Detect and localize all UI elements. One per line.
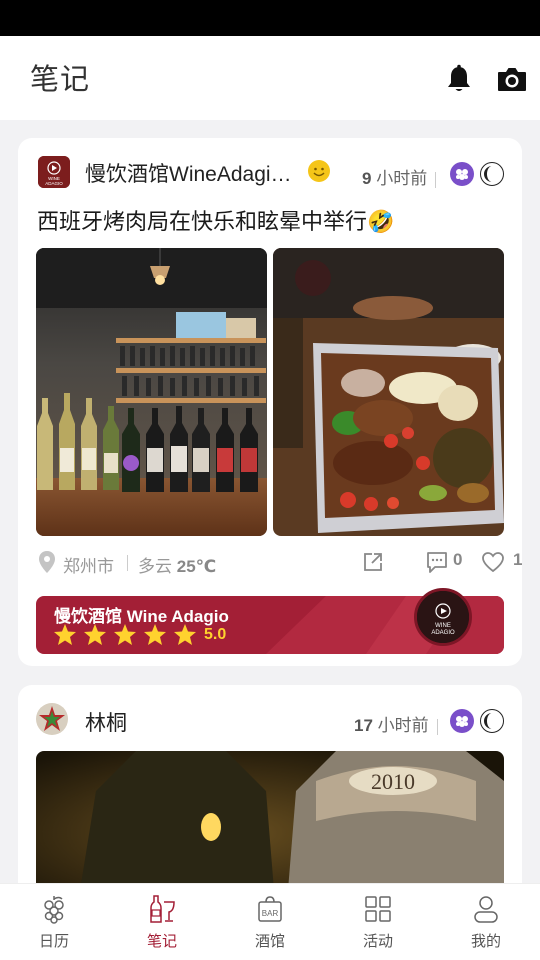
svg-text:WINE: WINE: [435, 623, 451, 629]
author-avatar[interactable]: [36, 703, 68, 735]
wine-bottle-glass-icon: [150, 895, 175, 923]
page-title: 笔记: [30, 64, 91, 96]
svg-text:ADAGIO: ADAGIO: [431, 630, 455, 636]
post-time: 9 小时前: [362, 164, 437, 189]
moon-badge-icon[interactable]: [480, 162, 504, 186]
star-icon: [114, 624, 136, 645]
star-icon: [84, 624, 106, 645]
post-meta: 郑州市 多云 25℃ 0 1: [37, 550, 522, 576]
status-bar: [0, 0, 540, 36]
svg-text:2010: 2010: [371, 769, 415, 794]
nav-label: 日历: [38, 933, 69, 950]
like-count: 1: [513, 550, 523, 569]
post-card[interactable]: WINE ADAGIO 慢饮酒馆WineAdagi… 9 小时前 西班牙烤肉局在…: [18, 138, 522, 666]
svg-text:BAR: BAR: [262, 909, 279, 918]
author-avatar[interactable]: WINE ADAGIO: [38, 156, 70, 188]
grape-badge-icon[interactable]: [450, 162, 474, 186]
location-text: 郑州市: [63, 557, 114, 576]
grid-icon: [365, 896, 391, 922]
post-photo[interactable]: [36, 248, 267, 536]
star-icon: [174, 624, 196, 645]
weather-text: 多云 25℃: [138, 557, 217, 576]
user-icon: [474, 896, 498, 923]
nav-item-bars[interactable]: BAR 酒馆: [216, 884, 324, 960]
post-photo[interactable]: [273, 248, 504, 536]
camera-icon[interactable]: [496, 64, 528, 94]
nav-label: 酒馆: [254, 933, 285, 950]
share-icon[interactable]: [362, 551, 384, 573]
author-name[interactable]: 慢饮酒馆WineAdagi…: [85, 158, 292, 188]
author-name[interactable]: 林桐: [85, 707, 127, 737]
rating-stars: [54, 624, 196, 645]
star-icon: [144, 624, 166, 645]
nav-item-calendar[interactable]: 日历: [0, 884, 108, 960]
smiley-icon: [308, 160, 330, 182]
post-time: 17 小时前: [354, 711, 438, 736]
post-text: 西班牙烤肉局在快乐和眩晕中举行🤣: [37, 209, 395, 234]
nav-label: 我的: [470, 933, 501, 950]
nav-label: 活动: [362, 933, 393, 950]
bar-logo[interactable]: WINE ADAGIO: [414, 588, 472, 646]
nav-label: 笔记: [146, 933, 177, 950]
header: 笔记: [0, 36, 540, 120]
heart-icon[interactable]: [481, 551, 505, 573]
moon-badge-icon[interactable]: [480, 709, 504, 733]
nav-item-profile[interactable]: 我的: [432, 884, 540, 960]
grape-badge-icon[interactable]: [450, 709, 474, 733]
post-card[interactable]: 林桐 17 小时前 2010: [18, 685, 522, 915]
bell-icon[interactable]: [444, 64, 474, 94]
comment-icon[interactable]: [425, 550, 449, 574]
location-pin-icon: [39, 551, 55, 573]
nav-item-activities[interactable]: 活动: [324, 884, 432, 960]
nav-item-notes[interactable]: 笔记: [108, 884, 216, 960]
bottom-nav: 日历 笔记 BAR 酒馆 活动 我的: [0, 883, 540, 960]
grape-icon: [44, 896, 64, 924]
svg-text:ADAGIO: ADAGIO: [45, 181, 63, 186]
star-icon: [54, 624, 76, 645]
comment-count: 0: [453, 550, 463, 569]
rating-value: 5.0: [204, 626, 227, 643]
bar-bag-icon: BAR: [258, 896, 282, 922]
